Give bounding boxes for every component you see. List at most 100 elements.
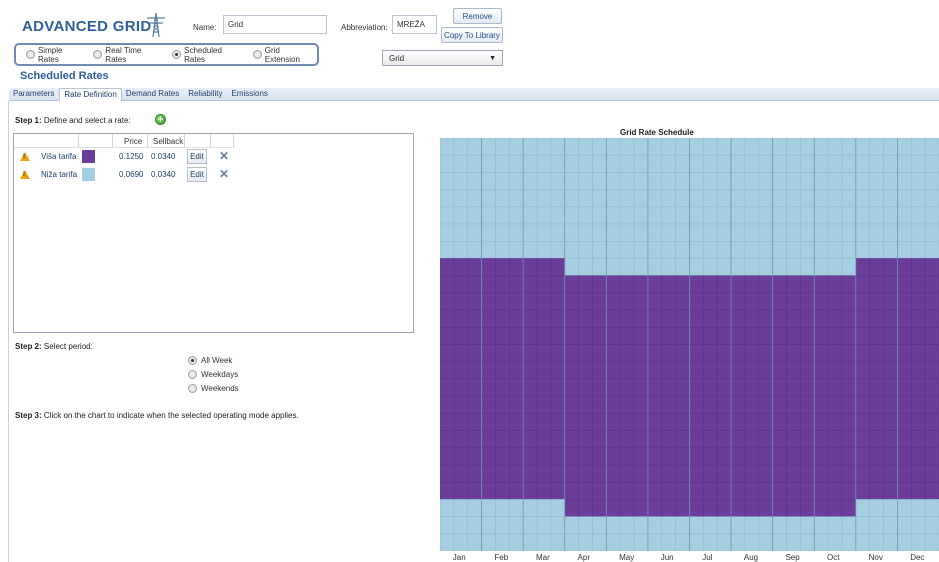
schedule-cell[interactable] xyxy=(800,189,815,208)
schedule-cell[interactable] xyxy=(440,275,455,294)
schedule-cell[interactable] xyxy=(883,430,898,448)
schedule-cell[interactable] xyxy=(495,430,510,448)
schedule-cell[interactable] xyxy=(716,206,732,225)
schedule-cell[interactable] xyxy=(869,481,884,500)
schedule-cell[interactable] xyxy=(800,172,815,190)
schedule-cell[interactable] xyxy=(675,430,690,448)
schedule-cell[interactable] xyxy=(453,361,468,380)
schedule-cell[interactable] xyxy=(689,481,704,500)
schedule-cell[interactable] xyxy=(661,172,676,190)
schedule-cell[interactable] xyxy=(883,327,898,345)
schedule-cell[interactable] xyxy=(730,481,746,500)
schedule-cell[interactable] xyxy=(689,430,704,448)
schedule-cell[interactable] xyxy=(481,275,496,294)
schedule-cell[interactable] xyxy=(453,430,468,448)
schedule-cell[interactable] xyxy=(550,447,565,466)
schedule-cell[interactable] xyxy=(869,258,884,276)
schedule-cell[interactable] xyxy=(924,223,939,242)
schedule-cell[interactable] xyxy=(467,464,482,483)
schedule-cell[interactable] xyxy=(481,258,496,276)
schedule-cell[interactable] xyxy=(800,481,815,500)
schedule-cell[interactable] xyxy=(675,292,690,311)
schedule-cell[interactable] xyxy=(924,499,939,517)
schedule-cell[interactable] xyxy=(716,172,732,190)
schedule-cell[interactable] xyxy=(689,138,704,156)
schedule-cell[interactable] xyxy=(772,258,787,276)
schedule-cell[interactable] xyxy=(786,344,801,362)
grid-select[interactable]: Grid ▼ xyxy=(382,50,503,66)
schedule-cell[interactable] xyxy=(564,344,579,362)
schedule-cell[interactable] xyxy=(730,533,746,551)
schedule-cell[interactable] xyxy=(841,138,857,156)
schedule-cell[interactable] xyxy=(911,206,926,225)
schedule-cell[interactable] xyxy=(883,154,898,173)
schedule-cell[interactable] xyxy=(522,344,538,362)
schedule-cell[interactable] xyxy=(440,292,455,311)
schedule-cell[interactable] xyxy=(772,327,787,345)
schedule-cell[interactable] xyxy=(758,138,773,156)
schedule-cell[interactable] xyxy=(883,361,898,380)
schedule-cell[interactable] xyxy=(467,309,482,328)
schedule-cell[interactable] xyxy=(689,189,704,208)
schedule-cell[interactable] xyxy=(855,275,870,294)
schedule-cell[interactable] xyxy=(703,413,718,431)
schedule-cell[interactable] xyxy=(855,395,870,414)
schedule-cell[interactable] xyxy=(467,241,482,259)
schedule-cell[interactable] xyxy=(564,395,579,414)
schedule-cell[interactable] xyxy=(661,275,676,294)
schedule-cell[interactable] xyxy=(841,292,857,311)
rate-row-low[interactable]: ! Niža tarifa 0.0690 0.0340 Edit ✕ xyxy=(14,167,414,183)
schedule-cell[interactable] xyxy=(550,138,565,156)
schedule-cell[interactable] xyxy=(772,464,787,483)
schedule-cell[interactable] xyxy=(619,378,635,397)
schedule-cell[interactable] xyxy=(814,327,829,345)
schedule-cell[interactable] xyxy=(495,378,510,397)
schedule-cell[interactable] xyxy=(633,241,649,259)
schedule-cell[interactable] xyxy=(855,378,870,397)
schedule-cell[interactable] xyxy=(841,189,857,208)
schedule-cell[interactable] xyxy=(578,138,593,156)
schedule-cell[interactable] xyxy=(744,258,760,276)
schedule-cell[interactable] xyxy=(897,430,912,448)
schedule-cell[interactable] xyxy=(647,447,663,466)
schedule-cell[interactable] xyxy=(467,138,482,156)
schedule-cell[interactable] xyxy=(453,241,468,259)
schedule-cell[interactable] xyxy=(564,516,579,535)
schedule-cell[interactable] xyxy=(509,361,524,380)
schedule-cell[interactable] xyxy=(786,378,801,397)
schedule-cell[interactable] xyxy=(689,361,704,380)
schedule-cell[interactable] xyxy=(564,154,579,173)
schedule-cell[interactable] xyxy=(578,430,593,448)
schedule-cell[interactable] xyxy=(730,172,746,190)
schedule-cell[interactable] xyxy=(481,395,496,414)
schedule-cell[interactable] xyxy=(453,481,468,500)
schedule-cell[interactable] xyxy=(689,241,704,259)
schedule-cell[interactable] xyxy=(814,292,829,311)
schedule-cell[interactable] xyxy=(883,464,898,483)
schedule-cell[interactable] xyxy=(606,481,621,500)
schedule-cell[interactable] xyxy=(744,344,760,362)
schedule-cell[interactable] xyxy=(772,223,787,242)
schedule-cell[interactable] xyxy=(703,361,718,380)
schedule-cell[interactable] xyxy=(869,292,884,311)
schedule-cell[interactable] xyxy=(550,344,565,362)
schedule-cell[interactable] xyxy=(758,413,773,431)
schedule-cell[interactable] xyxy=(509,223,524,242)
schedule-cell[interactable] xyxy=(647,430,663,448)
radio-button[interactable] xyxy=(188,384,197,393)
schedule-cell[interactable] xyxy=(841,447,857,466)
schedule-cell[interactable] xyxy=(633,138,649,156)
schedule-cell[interactable] xyxy=(619,464,635,483)
schedule-cell[interactable] xyxy=(647,464,663,483)
schedule-cell[interactable] xyxy=(633,344,649,362)
schedule-cell[interactable] xyxy=(550,172,565,190)
schedule-cell[interactable] xyxy=(883,413,898,431)
schedule-cell[interactable] xyxy=(897,138,912,156)
schedule-cell[interactable] xyxy=(633,223,649,242)
schedule-cell[interactable] xyxy=(481,189,496,208)
schedule-cell[interactable] xyxy=(675,516,690,535)
schedule-cell[interactable] xyxy=(633,378,649,397)
schedule-cell[interactable] xyxy=(619,258,635,276)
schedule-cell[interactable] xyxy=(689,275,704,294)
rate-type-grid-extension[interactable]: Grid Extension xyxy=(252,46,317,64)
